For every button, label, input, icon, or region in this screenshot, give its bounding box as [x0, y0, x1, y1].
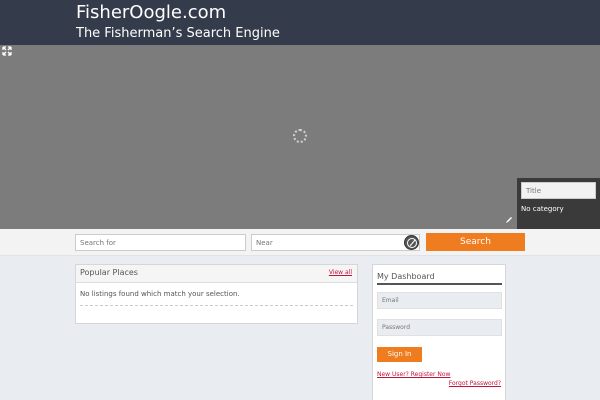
- compass-icon[interactable]: [404, 235, 419, 250]
- popular-places-title: Popular Places: [80, 268, 138, 277]
- loading-spinner-icon: [293, 129, 307, 143]
- search-bar: Search: [0, 229, 600, 256]
- near-input[interactable]: [251, 234, 420, 251]
- forgot-password-link[interactable]: Forgot Password?: [449, 380, 501, 387]
- pencil-icon[interactable]: [505, 216, 513, 224]
- no-category-label: No category: [521, 205, 564, 213]
- divider: [80, 305, 353, 306]
- site-header: FisherOogle.com The Fisherman’s Search E…: [0, 0, 600, 45]
- category-panel: No category: [517, 178, 600, 229]
- popular-places-widget: Popular Places View all No listings foun…: [75, 264, 358, 324]
- password-field[interactable]: [377, 319, 502, 336]
- search-for-input[interactable]: [75, 234, 246, 251]
- site-title[interactable]: FisherOogle.com: [76, 2, 226, 23]
- register-link[interactable]: New User? Register Now: [377, 371, 450, 378]
- compass-icon: [407, 238, 417, 248]
- search-button[interactable]: Search: [426, 233, 525, 251]
- email-field[interactable]: [377, 292, 502, 309]
- empty-message: No listings found which match your selec…: [80, 290, 240, 298]
- dashboard-title-underline: [377, 283, 502, 285]
- dashboard-widget: My Dashboard Sign In New User? Register …: [372, 264, 506, 400]
- dashboard-title: My Dashboard: [377, 272, 435, 281]
- expand-icon[interactable]: [2, 46, 12, 56]
- map-area[interactable]: No category: [0, 45, 600, 229]
- view-all-link[interactable]: View all: [329, 269, 352, 276]
- title-input[interactable]: [521, 182, 596, 199]
- popular-places-header: Popular Places View all: [76, 265, 357, 283]
- site-tagline: The Fisherman’s Search Engine: [76, 26, 280, 41]
- sign-in-button[interactable]: Sign In: [377, 347, 422, 362]
